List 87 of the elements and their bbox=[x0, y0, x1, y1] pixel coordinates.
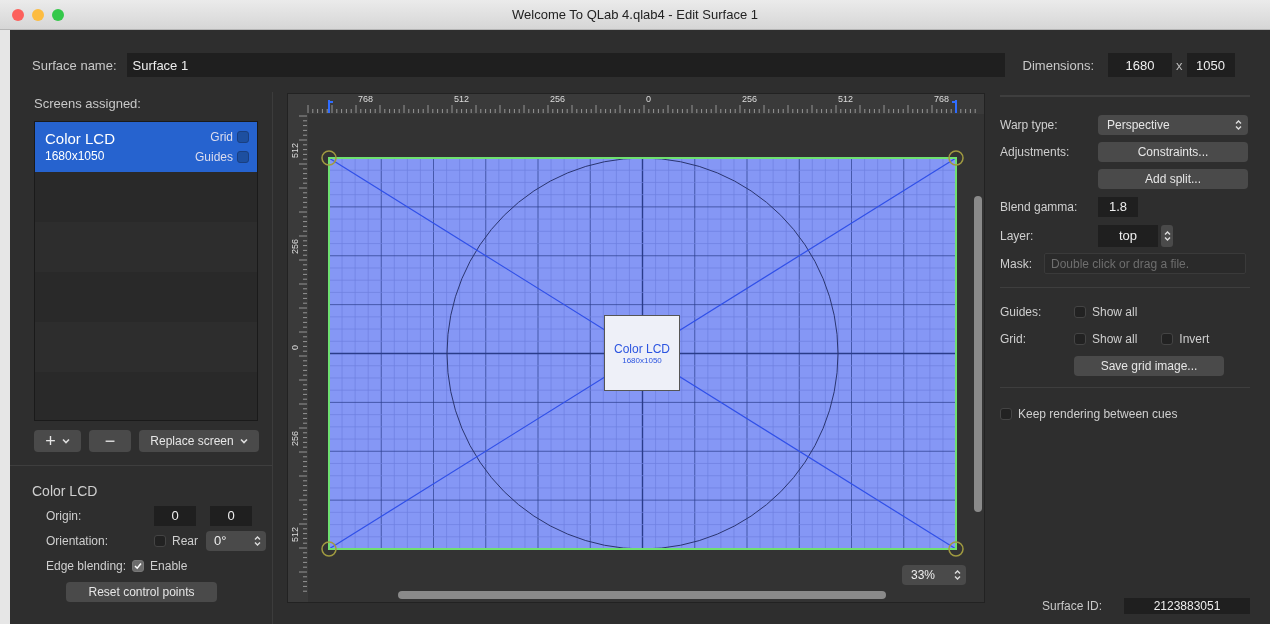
add-split-button[interactable]: Add split... bbox=[1098, 168, 1248, 189]
bracket-marker bbox=[328, 99, 334, 114]
show-all-label: Show all bbox=[1092, 331, 1138, 346]
layer-field[interactable]: top bbox=[1098, 224, 1158, 247]
screen-row[interactable]: Color LCD 1680x1050 Grid Guides bbox=[35, 122, 257, 172]
minimize-icon[interactable] bbox=[32, 9, 44, 21]
screen-title: Color LCD bbox=[32, 483, 99, 499]
reset-control-points-button[interactable]: Reset control points bbox=[66, 582, 217, 602]
checkbox[interactable] bbox=[1074, 305, 1086, 318]
guides-label: Guides bbox=[194, 150, 233, 164]
ruler-label: 256 bbox=[550, 94, 566, 104]
surface-id-label: Surface ID: bbox=[1042, 598, 1103, 613]
ruler-label: 256 bbox=[290, 238, 300, 254]
origin-y-field[interactable]: 0 bbox=[210, 505, 252, 526]
vertical-scrollbar[interactable] bbox=[974, 196, 982, 512]
origin-x-field[interactable]: 0 bbox=[154, 505, 196, 526]
ruler-label: 256 bbox=[742, 94, 758, 104]
checkbox[interactable] bbox=[132, 559, 145, 572]
checkbox[interactable] bbox=[154, 534, 166, 547]
blend-gamma-field[interactable]: 1.8 bbox=[1098, 196, 1138, 217]
grid-label: Grid bbox=[210, 130, 233, 144]
screen-label-name: Color LCD bbox=[614, 341, 670, 356]
stepper-arrows-icon bbox=[954, 569, 961, 581]
chevron-down-icon bbox=[61, 438, 70, 444]
remove-button[interactable]: − bbox=[89, 430, 131, 452]
corner-handle[interactable] bbox=[321, 541, 337, 557]
dimension-separator: x bbox=[1176, 57, 1183, 73]
screen-label-resolution: 1680x1050 bbox=[622, 355, 662, 365]
rotation-stepper[interactable]: 0° bbox=[206, 530, 266, 551]
stepper-arrows-icon bbox=[1163, 229, 1171, 242]
mask-label: Mask: bbox=[1000, 256, 1033, 271]
zoom-stepper[interactable]: 33% bbox=[902, 565, 966, 585]
rear-label: Rear bbox=[172, 533, 198, 548]
checkbox[interactable] bbox=[237, 151, 249, 163]
orientation-label: Orientation: bbox=[46, 533, 110, 548]
corner-handle[interactable] bbox=[948, 541, 964, 557]
dimensions-label: Dimensions: bbox=[1022, 57, 1095, 73]
edge-blending-label: Edge blending: bbox=[46, 558, 127, 573]
grid-label: Grid: bbox=[1000, 331, 1027, 346]
popup-arrows-icon bbox=[1235, 118, 1242, 131]
projection-surface[interactable] bbox=[328, 157, 957, 550]
keep-rendering-label: Keep rendering between cues bbox=[1018, 406, 1178, 421]
screen-name: Color LCD bbox=[45, 130, 116, 147]
origin-label: Origin: bbox=[46, 508, 83, 523]
warp-type-popup[interactable]: Perspective bbox=[1098, 114, 1248, 135]
close-icon[interactable] bbox=[12, 9, 24, 21]
screen-resolution: 1680x1050 bbox=[45, 149, 106, 163]
replace-screen-button[interactable]: Replace screen bbox=[139, 430, 259, 452]
show-all-label: Show all bbox=[1092, 304, 1138, 319]
save-grid-image-button[interactable]: Save grid image... bbox=[1074, 355, 1224, 376]
surface-name-label: Surface name: bbox=[32, 57, 117, 73]
checkbox[interactable] bbox=[1000, 407, 1012, 420]
checkbox[interactable] bbox=[1161, 332, 1174, 345]
ruler-label: 512 bbox=[454, 94, 470, 104]
add-button[interactable]: + bbox=[34, 430, 81, 452]
ruler-label: 768 bbox=[934, 94, 950, 104]
invert-label: Invert bbox=[1179, 331, 1210, 346]
layer-label: Layer: bbox=[1000, 228, 1035, 243]
surface-id-field: 2123883051 bbox=[1124, 597, 1250, 614]
ruler-label: 0 bbox=[290, 345, 300, 350]
layer-stepper[interactable] bbox=[1161, 224, 1173, 247]
height-field[interactable]: 1050 bbox=[1186, 53, 1235, 77]
checkbox[interactable] bbox=[1074, 332, 1086, 345]
screens-label: Screens assigned: bbox=[34, 96, 142, 111]
chevron-down-icon bbox=[239, 438, 248, 444]
ruler-label: 768 bbox=[358, 94, 374, 104]
adjustments-label: Adjustments: bbox=[1000, 144, 1071, 159]
ruler-label: 512 bbox=[838, 94, 854, 104]
enable-label: Enable bbox=[150, 558, 188, 573]
checkbox[interactable] bbox=[237, 131, 249, 143]
ruler-label: 512 bbox=[290, 526, 300, 542]
corner-handle[interactable] bbox=[948, 150, 964, 166]
ruler-label: 0 bbox=[646, 94, 651, 104]
zoom-icon[interactable] bbox=[52, 9, 64, 21]
width-field[interactable]: 1680 bbox=[1108, 53, 1173, 77]
surface-name-field[interactable]: Surface 1 bbox=[126, 53, 1005, 77]
horizontal-scrollbar[interactable] bbox=[398, 591, 886, 599]
stepper-arrows-icon bbox=[254, 534, 261, 547]
bracket-marker bbox=[951, 99, 957, 114]
ruler-label: 256 bbox=[290, 430, 300, 446]
ruler-label: 512 bbox=[290, 142, 300, 158]
constraints-button[interactable]: Constraints... bbox=[1098, 141, 1248, 162]
corner-handle[interactable] bbox=[321, 150, 337, 166]
warp-type-label: Warp type: bbox=[1000, 117, 1059, 132]
blend-gamma-label: Blend gamma: bbox=[1000, 199, 1079, 214]
window-title: Welcome To QLab 4.qlab4 - Edit Surface 1 bbox=[512, 7, 758, 22]
guides-label: Guides: bbox=[1000, 304, 1043, 319]
